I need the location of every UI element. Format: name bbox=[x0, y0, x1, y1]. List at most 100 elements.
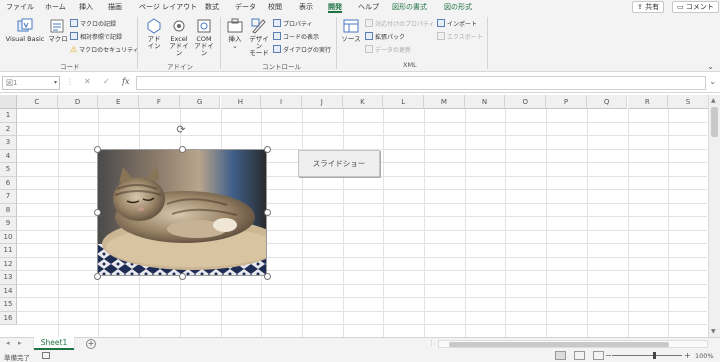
column-header[interactable]: P bbox=[546, 95, 587, 109]
insert-function-icon[interactable]: fx bbox=[122, 77, 129, 86]
row-header[interactable]: 4 bbox=[0, 149, 17, 163]
resize-handle[interactable] bbox=[178, 272, 186, 280]
column-header[interactable]: O bbox=[505, 95, 547, 109]
row-header[interactable]: 11 bbox=[0, 244, 17, 258]
cat-picture[interactable] bbox=[97, 149, 267, 276]
tab-help[interactable]: ヘルプ bbox=[358, 2, 379, 13]
row-header[interactable]: 7 bbox=[0, 190, 17, 204]
macro-recording-icon[interactable] bbox=[42, 352, 50, 359]
row-header[interactable]: 3 bbox=[0, 136, 17, 150]
row-header[interactable]: 12 bbox=[0, 257, 17, 271]
normal-view-button[interactable] bbox=[555, 351, 566, 360]
visual-basic-button[interactable]: Visual Basic bbox=[4, 18, 46, 43]
tab-shape-format[interactable]: 図形の書式 bbox=[392, 2, 427, 13]
column-header[interactable]: L bbox=[383, 95, 424, 109]
tab-developer[interactable]: 開発 bbox=[328, 2, 342, 13]
view-code-button[interactable]: コードの表示 bbox=[273, 32, 319, 42]
resize-handle[interactable] bbox=[263, 145, 271, 153]
record-macro-button[interactable]: マクロの記録 bbox=[70, 19, 116, 29]
resize-handle[interactable] bbox=[263, 209, 271, 216]
row-header[interactable]: 16 bbox=[0, 311, 17, 325]
excel-addins-button[interactable]: Excel アドイン bbox=[167, 18, 191, 57]
map-properties-button[interactable]: 対応付けのプロパティ bbox=[365, 19, 435, 29]
row-header[interactable]: 14 bbox=[0, 284, 17, 298]
row-header[interactable]: 1 bbox=[0, 109, 17, 123]
scroll-up-icon[interactable]: ▲ bbox=[711, 97, 716, 104]
tab-file[interactable]: ファイル bbox=[6, 2, 34, 13]
properties-button[interactable]: プロパティ bbox=[273, 19, 313, 29]
resize-handle[interactable] bbox=[93, 209, 101, 216]
row-header[interactable]: 13 bbox=[0, 271, 17, 285]
column-header[interactable]: Q bbox=[586, 95, 628, 109]
cancel-icon[interactable]: ✕ bbox=[84, 77, 91, 86]
scroll-down-icon[interactable]: ▼ bbox=[711, 328, 716, 335]
tab-picture-format[interactable]: 図の形式 bbox=[444, 2, 472, 13]
row-header[interactable]: 5 bbox=[0, 163, 17, 177]
row-header[interactable]: 8 bbox=[0, 203, 17, 217]
column-header[interactable]: M bbox=[424, 95, 465, 109]
tab-draw[interactable]: 描画 bbox=[108, 2, 122, 13]
horizontal-scroll-thumb[interactable] bbox=[449, 342, 669, 347]
page-layout-view-button[interactable] bbox=[574, 351, 585, 360]
expansion-packs-button[interactable]: 拡張パック bbox=[365, 32, 405, 42]
resize-handle[interactable] bbox=[93, 272, 101, 280]
tab-data[interactable]: データ bbox=[235, 2, 256, 13]
addins-button[interactable]: アド イン bbox=[143, 18, 165, 50]
zoom-slider[interactable] bbox=[612, 355, 682, 356]
vertical-scrollbar[interactable]: ▲ ▼ bbox=[708, 95, 720, 337]
column-header[interactable]: I bbox=[261, 95, 302, 109]
slideshow-form-button[interactable]: スライドショー bbox=[298, 150, 380, 177]
vertical-scroll-thumb[interactable] bbox=[711, 107, 718, 137]
row-header[interactable]: 9 bbox=[0, 217, 17, 231]
xml-source-button[interactable]: ソース bbox=[341, 18, 361, 43]
zoom-out-icon[interactable]: − bbox=[605, 351, 612, 360]
rotate-handle-icon[interactable]: ⟳ bbox=[175, 124, 187, 136]
column-header[interactable]: C bbox=[17, 95, 58, 109]
horizontal-scrollbar[interactable] bbox=[438, 340, 708, 348]
enter-icon[interactable]: ✓ bbox=[103, 77, 110, 86]
zoom-level[interactable]: 100% bbox=[695, 352, 714, 360]
previous-sheet-icon[interactable]: ◂ bbox=[6, 339, 10, 347]
next-sheet-icon[interactable]: ▸ bbox=[18, 339, 22, 347]
expand-formula-bar-icon[interactable]: ⌄ bbox=[709, 77, 716, 86]
insert-control-button[interactable]: 挿入 ⌄ bbox=[225, 18, 245, 50]
column-header[interactable]: K bbox=[342, 95, 384, 109]
row-header[interactable]: 6 bbox=[0, 176, 17, 190]
zoom-slider-knob[interactable] bbox=[653, 352, 656, 359]
resize-handle[interactable] bbox=[263, 272, 271, 280]
com-addins-button[interactable]: COM アドイン bbox=[192, 18, 216, 57]
comment-button[interactable]: ▭ コメント bbox=[672, 1, 719, 13]
zoom-in-icon[interactable]: + bbox=[684, 351, 691, 360]
column-header[interactable]: D bbox=[57, 95, 99, 109]
tab-insert[interactable]: 挿入 bbox=[79, 2, 93, 13]
tab-home[interactable]: ホーム bbox=[45, 2, 66, 13]
resize-handle[interactable] bbox=[178, 145, 186, 153]
tab-formulas[interactable]: 数式 bbox=[205, 2, 219, 13]
column-header[interactable]: G bbox=[179, 95, 221, 109]
relative-reference-button[interactable]: 相対参照で記録 bbox=[70, 32, 122, 42]
column-header[interactable]: S bbox=[668, 95, 709, 109]
tab-review[interactable]: 校閲 bbox=[268, 2, 282, 13]
import-button[interactable]: インポート bbox=[437, 19, 477, 29]
refresh-data-button[interactable]: データの更新 bbox=[365, 45, 411, 55]
resize-handle[interactable] bbox=[93, 145, 101, 153]
row-header[interactable]: 10 bbox=[0, 230, 17, 244]
collapse-ribbon-icon[interactable]: ⌄ bbox=[707, 62, 714, 71]
column-header[interactable]: H bbox=[220, 95, 262, 109]
row-header[interactable]: 15 bbox=[0, 298, 17, 312]
macro-security-button[interactable]: ⚠ マクロのセキュリティ bbox=[70, 45, 139, 55]
sheet-tab-sheet1[interactable]: Sheet1 bbox=[34, 337, 74, 350]
column-header[interactable]: N bbox=[464, 95, 506, 109]
column-header[interactable]: E bbox=[98, 95, 140, 109]
column-header[interactable]: R bbox=[627, 95, 669, 109]
macro-button[interactable]: マクロ bbox=[48, 18, 68, 43]
column-header[interactable]: F bbox=[139, 95, 180, 109]
options-dots-icon[interactable]: ⋮ bbox=[66, 77, 74, 86]
select-all-corner[interactable] bbox=[0, 95, 17, 109]
row-header[interactable]: 2 bbox=[0, 122, 17, 136]
tab-splitter-icon[interactable]: ⋮ bbox=[428, 339, 435, 347]
chevron-down-icon[interactable]: ▾ bbox=[54, 77, 57, 89]
design-mode-button[interactable]: デザイン モード bbox=[247, 18, 271, 57]
column-header[interactable]: J bbox=[301, 95, 343, 109]
run-dialog-button[interactable]: ダイアログの実行 bbox=[273, 45, 331, 55]
